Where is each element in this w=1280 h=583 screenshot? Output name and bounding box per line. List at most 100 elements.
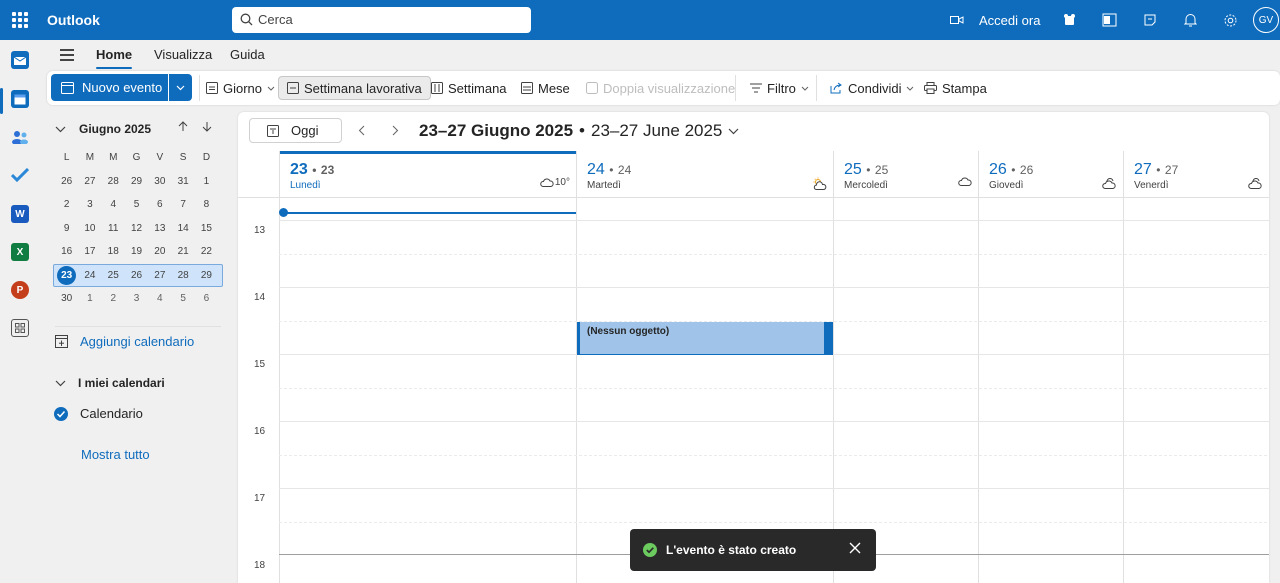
day-header-tuesday[interactable]: 24 • 24 Martedì: [576, 151, 833, 198]
date-range-picker[interactable]: 23–27 Giugno 2025 • 23–27 June 2025: [419, 121, 739, 141]
more-apps-icon[interactable]: [11, 319, 29, 337]
day-cell[interactable]: 1: [195, 176, 218, 187]
outlook-icon[interactable]: [1100, 0, 1118, 40]
selected-week-row[interactable]: 23 24 25 26 27 28 29: [53, 263, 223, 287]
day-cell[interactable]: 17: [78, 246, 101, 257]
day-cell[interactable]: 31: [171, 176, 194, 187]
add-calendar-button[interactable]: Aggiungi calendario: [55, 334, 194, 349]
teams-icon[interactable]: [1060, 0, 1078, 40]
day-cell[interactable]: 27: [148, 270, 171, 281]
day-cell[interactable]: 5: [125, 199, 148, 210]
notes-icon[interactable]: [1141, 0, 1159, 40]
chevron-right-icon[interactable]: [392, 125, 399, 136]
day-cell-today[interactable]: 23: [55, 265, 78, 285]
day-header-thursday[interactable]: 26 • 26 Giovedì: [978, 151, 1123, 198]
tab-view[interactable]: Visualizza: [154, 47, 212, 62]
people-icon[interactable]: [11, 128, 29, 146]
day-cell[interactable]: 21: [171, 246, 194, 257]
day-header-friday[interactable]: 27 • 27 Venerdì: [1123, 151, 1269, 198]
day-cell[interactable]: 2: [102, 293, 125, 304]
work-week-view-button[interactable]: Settimana lavorativa: [278, 76, 431, 100]
day-cell[interactable]: 11: [102, 223, 125, 234]
word-icon[interactable]: W: [11, 205, 29, 223]
day-cell[interactable]: 28: [171, 270, 194, 281]
day-cell[interactable]: 3: [78, 199, 101, 210]
meet-now-button[interactable]: Accedi ora: [950, 0, 1040, 40]
day-cell[interactable]: 24: [78, 270, 101, 281]
arrow-up-icon[interactable]: [178, 121, 188, 132]
settings-gear-icon[interactable]: [1221, 0, 1239, 40]
todo-icon[interactable]: [11, 166, 29, 184]
day-cell[interactable]: 22: [195, 246, 218, 257]
day-cell[interactable]: 18: [102, 246, 125, 257]
day-cell[interactable]: 1: [78, 293, 101, 304]
day-cell[interactable]: 26: [125, 270, 148, 281]
day-cell[interactable]: 14: [171, 223, 194, 234]
close-icon[interactable]: [849, 542, 861, 554]
tab-help[interactable]: Guida: [230, 47, 265, 62]
calendar-icon[interactable]: [11, 90, 29, 108]
avatar[interactable]: GV: [1253, 7, 1279, 33]
day-cell[interactable]: 29: [125, 176, 148, 187]
weather-forecast[interactable]: [958, 177, 972, 186]
filter-button[interactable]: Filtro: [746, 76, 813, 100]
day-cell[interactable]: 8: [195, 199, 218, 210]
day-cell[interactable]: 4: [102, 199, 125, 210]
day-cell[interactable]: 7: [171, 199, 194, 210]
day-cell[interactable]: 13: [148, 223, 171, 234]
hamburger-menu-icon[interactable]: [60, 49, 74, 64]
day-view-button[interactable]: Giorno: [202, 76, 279, 100]
app-name[interactable]: Outlook: [47, 12, 100, 28]
bell-icon[interactable]: [1181, 0, 1199, 40]
day-header-monday[interactable]: 23 • 23 Lunedì 10°: [279, 151, 576, 198]
search-input[interactable]: Cerca: [232, 7, 531, 33]
share-button[interactable]: Condividi: [826, 76, 918, 100]
tab-home[interactable]: Home: [96, 47, 133, 69]
day-cell[interactable]: 25: [102, 270, 125, 281]
mini-calendar-header[interactable]: Giugno 2025: [55, 122, 151, 136]
day-cell[interactable]: 2: [55, 199, 78, 210]
weather-forecast[interactable]: [1102, 177, 1117, 189]
day-header-wednesday[interactable]: 25 • 25 Mercoledì: [833, 151, 978, 198]
print-button[interactable]: Stampa: [920, 76, 991, 100]
my-calendars-header[interactable]: I miei calendari: [55, 376, 165, 390]
calendar-event[interactable]: (Nessun oggetto): [577, 322, 833, 355]
excel-icon[interactable]: X: [11, 243, 29, 261]
day-cell[interactable]: 4: [148, 293, 171, 304]
split-view-button[interactable]: Doppia visualizzazione: [582, 76, 739, 100]
day-cell[interactable]: 16: [55, 246, 78, 257]
show-all-link[interactable]: Mostra tutto: [81, 447, 150, 462]
day-cell[interactable]: 27: [78, 176, 101, 187]
weather-forecast[interactable]: 10°: [540, 177, 570, 188]
day-cell[interactable]: 28: [102, 176, 125, 187]
month-view-button[interactable]: Mese: [517, 76, 574, 100]
mail-icon[interactable]: [11, 51, 29, 69]
day-cell[interactable]: 20: [148, 246, 171, 257]
day-cell[interactable]: 5: [171, 293, 194, 304]
powerpoint-icon[interactable]: P: [11, 281, 29, 299]
weather-forecast[interactable]: [812, 177, 827, 190]
today-button[interactable]: Oggi: [249, 118, 342, 143]
time-grid[interactable]: 13 14 15 16 17 18 (Nessun oggetto): [238, 198, 1269, 583]
day-cell[interactable]: 12: [125, 223, 148, 234]
calendar-toggle[interactable]: Calendario: [54, 406, 143, 421]
app-launcher-icon[interactable]: [12, 12, 28, 28]
day-cell[interactable]: 19: [125, 246, 148, 257]
new-event-button[interactable]: Nuovo evento: [51, 74, 168, 101]
day-cell[interactable]: 6: [195, 293, 218, 304]
week-view-button[interactable]: Settimana: [427, 76, 511, 100]
chevron-left-icon[interactable]: [358, 125, 365, 136]
day-cell[interactable]: 9: [55, 223, 78, 234]
day-cell[interactable]: 29: [195, 270, 218, 281]
day-cell[interactable]: 3: [125, 293, 148, 304]
day-cell[interactable]: 26: [55, 176, 78, 187]
new-event-dropdown[interactable]: [169, 74, 192, 101]
day-cell[interactable]: 30: [55, 293, 78, 304]
day-cell[interactable]: 30: [148, 176, 171, 187]
day-cell[interactable]: 10: [78, 223, 101, 234]
day-cell[interactable]: 15: [195, 223, 218, 234]
day-cell[interactable]: 6: [148, 199, 171, 210]
hour-line: [279, 287, 1269, 288]
arrow-down-icon[interactable]: [202, 121, 212, 132]
weather-forecast[interactable]: [1248, 177, 1263, 189]
